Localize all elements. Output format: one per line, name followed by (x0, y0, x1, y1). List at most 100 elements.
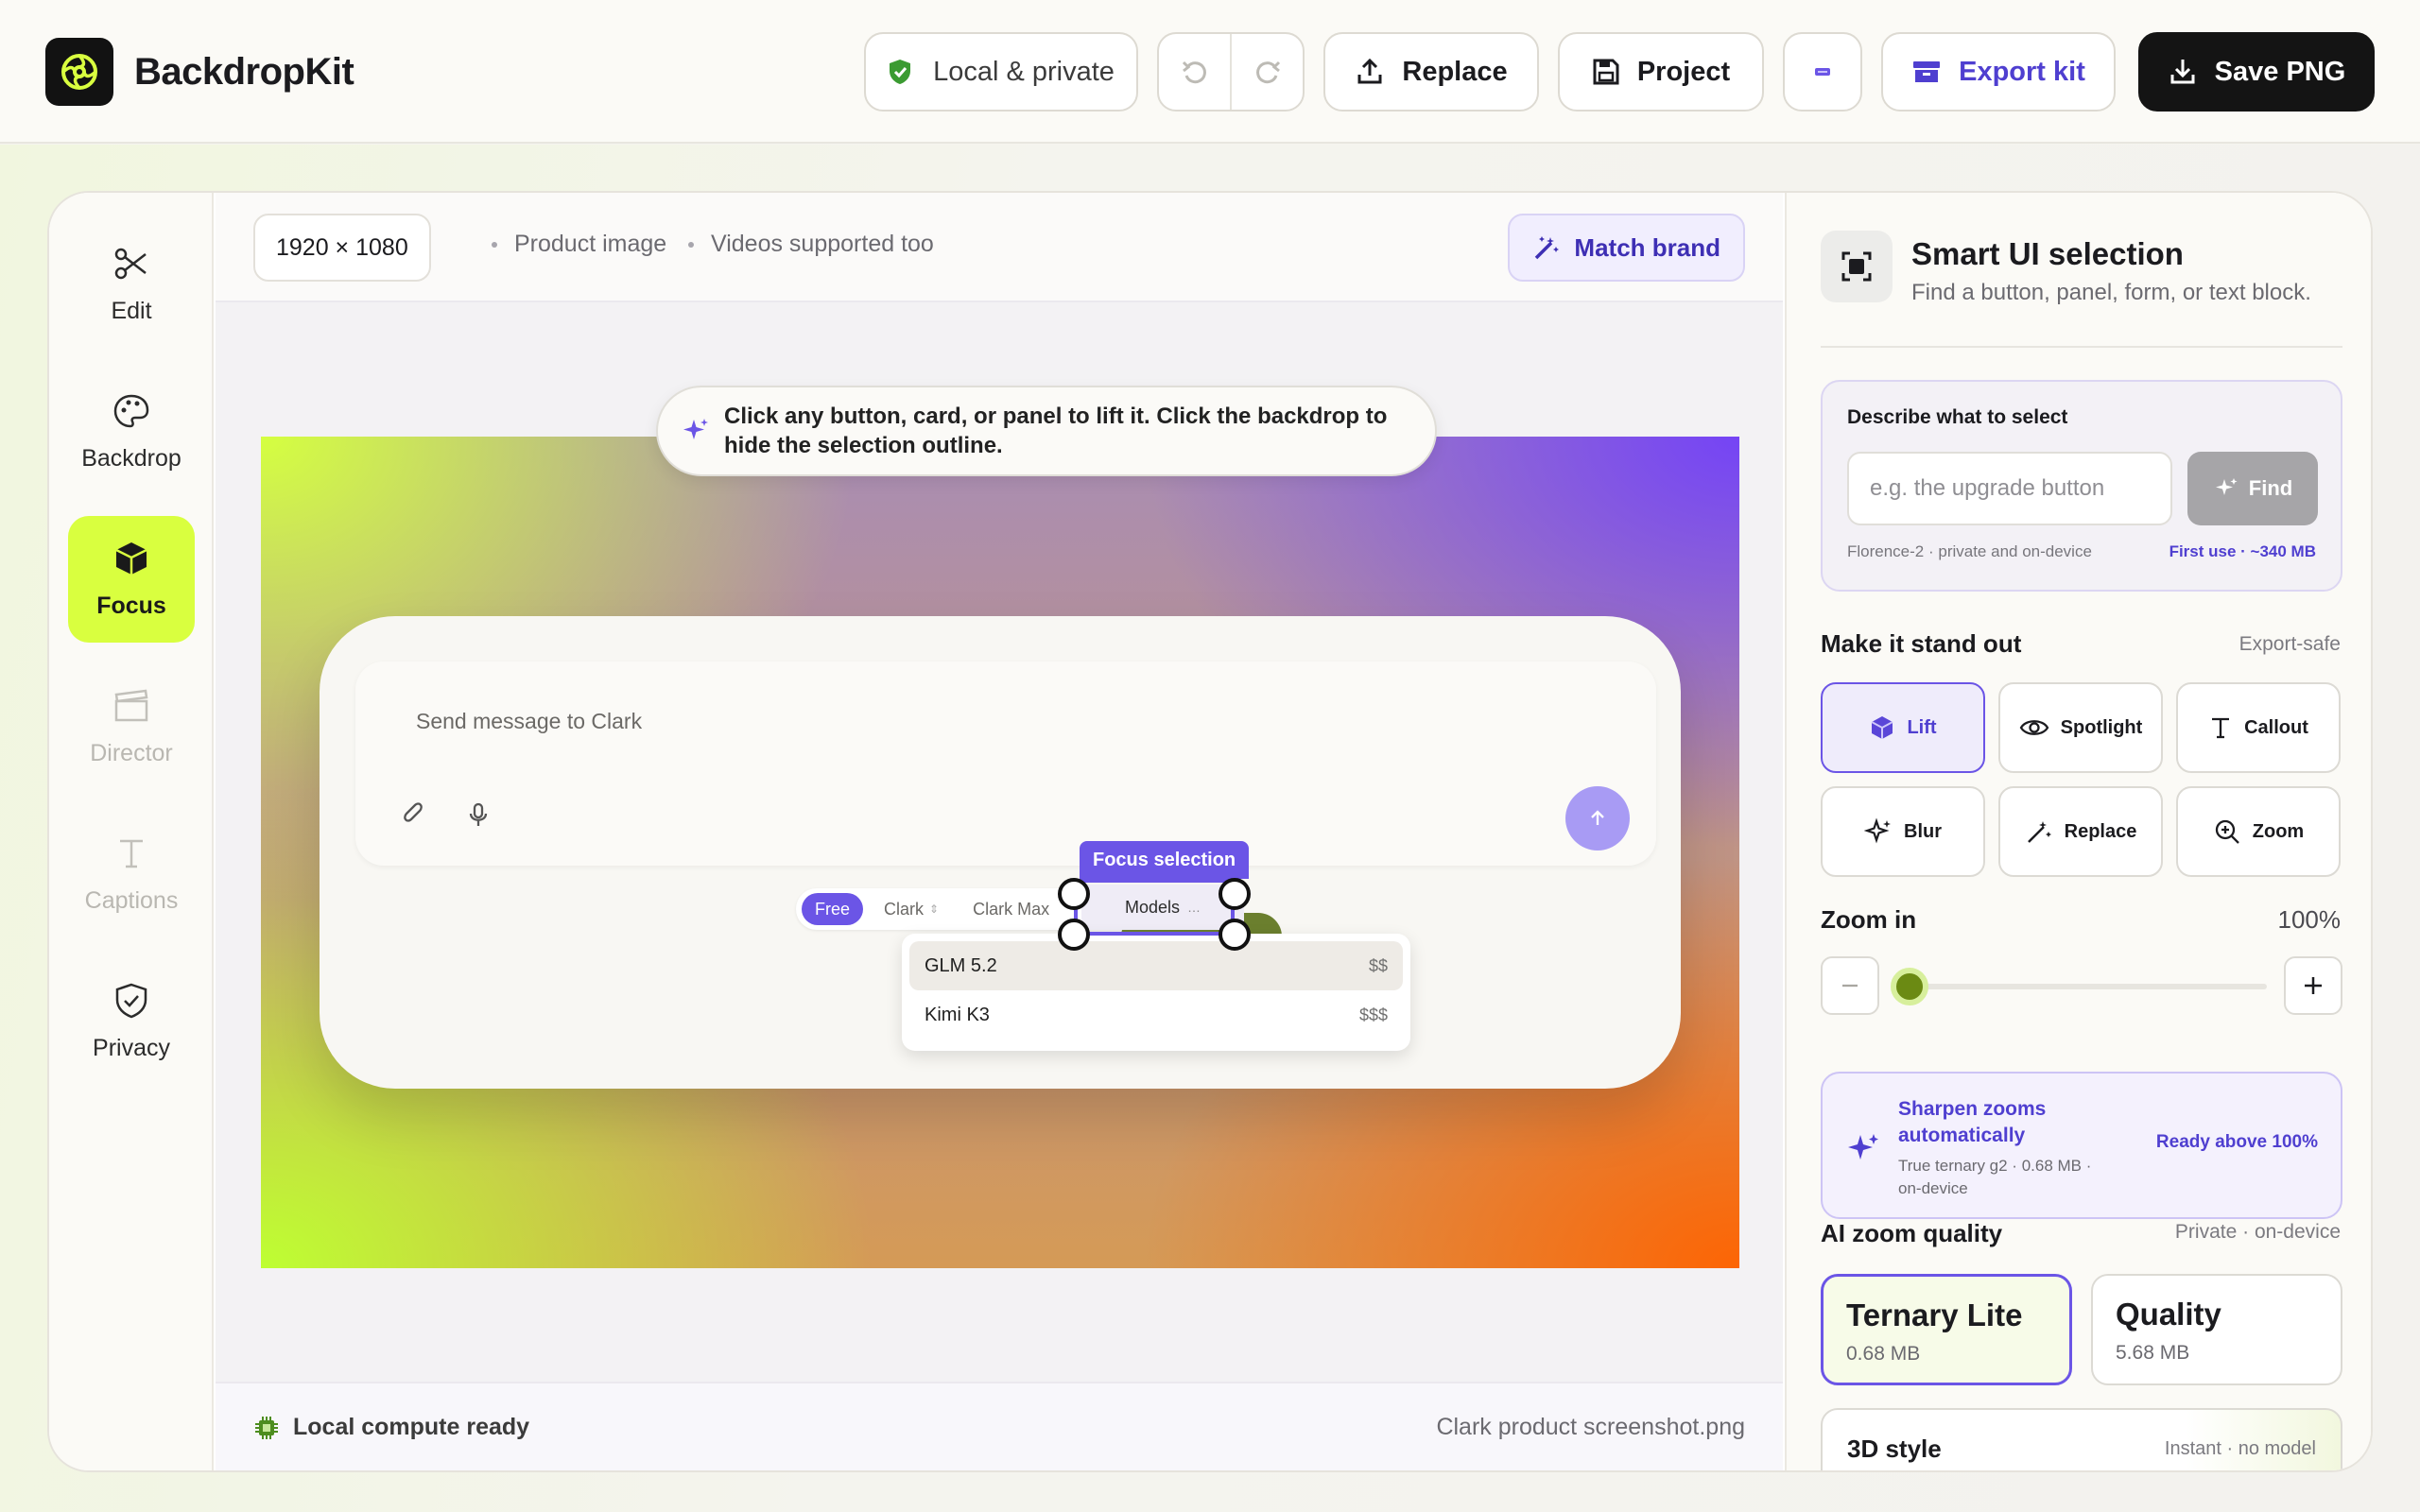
text-icon (2208, 715, 2233, 740)
effect-lift-button[interactable]: Lift (1821, 682, 1985, 773)
effect-replace-button[interactable]: Replace (1998, 786, 2163, 877)
shield-check-icon (112, 982, 150, 1020)
pill-clark-max[interactable]: Clark Max (959, 893, 1064, 925)
ai-zoom-aux: Private · on-device (2174, 1221, 2341, 1243)
upload-icon (1355, 57, 1385, 87)
sparkle-icon (1864, 817, 1893, 846)
panel-title: Smart UI selection (1911, 236, 2184, 271)
redo-button[interactable] (1232, 34, 1303, 110)
more-button[interactable] (1783, 32, 1862, 112)
zoom-in-button[interactable] (2284, 956, 2342, 1015)
chip-icon (253, 1415, 280, 1441)
canvas-footer: Local compute ready Clark product screen… (216, 1382, 1783, 1470)
find-button[interactable]: Find (2187, 452, 2318, 525)
zoom-in-icon (2213, 817, 2241, 846)
dimensions-chip[interactable]: 1920 × 1080 (253, 214, 431, 282)
rail-item-backdrop[interactable]: Backdrop (68, 369, 195, 495)
microphone-icon[interactable] (467, 801, 490, 828)
resize-handle[interactable] (1058, 878, 1090, 910)
rail-item-captions[interactable]: Captions (68, 811, 195, 937)
find-label: Find (2248, 476, 2293, 500)
style-3d-aux: Instant · no model (2164, 1438, 2316, 1459)
canvas-area: 1920 × 1080 Product image Videos support… (216, 193, 1783, 1470)
rail-label-edit: Edit (111, 297, 152, 324)
divider (1821, 346, 2342, 348)
describe-input[interactable]: e.g. the upgrade button (1847, 452, 2172, 525)
style-3d-card[interactable]: 3D style Instant · no model (1821, 1408, 2342, 1470)
project-button[interactable]: Project (1558, 32, 1764, 112)
zoom-value: 100% (2277, 905, 2342, 934)
standout-title: Make it stand out (1821, 629, 2022, 658)
pill-clark[interactable]: Clark ⇕ (871, 893, 952, 925)
save-png-button[interactable]: Save PNG (2138, 32, 2375, 112)
dropdown-row[interactable]: Kimi K3 $$$ (909, 990, 1403, 1040)
redo-icon (1255, 60, 1280, 84)
minus-icon (1842, 984, 1858, 988)
meta-videos: Videos supported too (688, 231, 934, 258)
rail-label-privacy: Privacy (93, 1034, 170, 1061)
dropdown-row[interactable]: GLM 5.2 $$ (909, 941, 1403, 990)
meta-product-label: Product image (514, 231, 667, 257)
effect-blur-button[interactable]: Blur (1821, 786, 1985, 877)
export-kit-button[interactable]: Export kit (1881, 32, 2116, 112)
save-disk-icon (1592, 58, 1620, 86)
effect-callout-button[interactable]: Callout (2176, 682, 2341, 773)
compute-status-label: Local compute ready (293, 1414, 530, 1440)
app-name: BackdropKit (134, 50, 354, 93)
quality-quality[interactable]: Quality 5.68 MB (2091, 1274, 2342, 1385)
first-use-note: First use · ~340 MB (2169, 542, 2316, 560)
rail-item-director[interactable]: Director (68, 663, 195, 790)
arrow-up-icon (1591, 810, 1604, 825)
mock-input-box[interactable]: Send message to Clark (355, 662, 1656, 866)
resize-handle[interactable] (1219, 878, 1251, 910)
selection-outline[interactable] (1074, 879, 1235, 936)
rail-item-focus[interactable]: Focus (68, 516, 195, 643)
meta-videos-label: Videos supported too (711, 231, 934, 257)
meta-product-image: Product image (492, 231, 666, 258)
zoom-slider-thumb[interactable] (1891, 968, 1928, 1005)
palette-icon (112, 392, 150, 430)
effect-label: Replace (2064, 820, 2137, 842)
resize-handle[interactable] (1219, 919, 1251, 951)
quality-name: Quality (2116, 1297, 2221, 1332)
zoom-slider-track[interactable] (1894, 984, 2267, 989)
undo-button[interactable] (1159, 34, 1232, 110)
send-button[interactable] (1565, 786, 1630, 850)
replace-button[interactable]: Replace (1323, 32, 1539, 112)
pill-free[interactable]: Free (802, 893, 864, 925)
describe-label: Describe what to select (1847, 406, 2068, 428)
rail-item-privacy[interactable]: Privacy (68, 958, 195, 1085)
sharpen-ready: Ready above 100% (2155, 1132, 2318, 1152)
resize-handle[interactable] (1058, 919, 1090, 951)
rail-item-edit[interactable]: Edit (68, 221, 195, 348)
paperclip-icon[interactable] (401, 801, 427, 828)
model-price: $$$ (1358, 1005, 1388, 1024)
sharpen-title: Sharpen zooms automatically (1898, 1098, 2047, 1146)
save-png-label: Save PNG (2214, 56, 2346, 87)
effect-label: Spotlight (2060, 716, 2143, 738)
top-bar: BackdropKit Local & private Replace Proj… (0, 0, 2420, 144)
quality-size: 5.68 MB (2116, 1342, 2190, 1364)
selection-hint: Click any button, card, or panel to lift… (656, 386, 1437, 476)
undo-redo-group (1157, 32, 1305, 112)
effect-zoom-button[interactable]: Zoom (2176, 786, 2341, 877)
zoom-out-button[interactable] (1821, 956, 1879, 1015)
quality-size: 0.68 MB (1846, 1343, 1921, 1365)
selection-frame-icon (1821, 231, 1893, 302)
plus-icon (2305, 977, 2322, 994)
project-label: Project (1636, 56, 1731, 87)
backdrop-stage[interactable]: Send message to Clark Free Clark ⇕ Clark … (261, 437, 1739, 1268)
panel-icon (1813, 65, 1832, 78)
local-private-button[interactable]: Local & private (864, 32, 1138, 112)
meta-dot (492, 241, 497, 248)
sharpen-card[interactable]: Sharpen zooms automatically True ternary… (1821, 1072, 2342, 1219)
match-brand-button[interactable]: Match brand (1508, 214, 1745, 282)
compute-status: Local compute ready (253, 1414, 529, 1441)
download-icon (2168, 57, 2198, 87)
model-name: Kimi K3 (925, 1004, 990, 1025)
quality-ternary-lite[interactable]: Ternary Lite 0.68 MB (1821, 1274, 2072, 1385)
effect-spotlight-button[interactable]: Spotlight (1998, 682, 2163, 773)
hint-text: Click any button, card, or panel to lift… (724, 404, 1388, 458)
magic-wand-icon (1532, 233, 1561, 262)
ai-zoom-title: AI zoom quality (1821, 1219, 2003, 1247)
